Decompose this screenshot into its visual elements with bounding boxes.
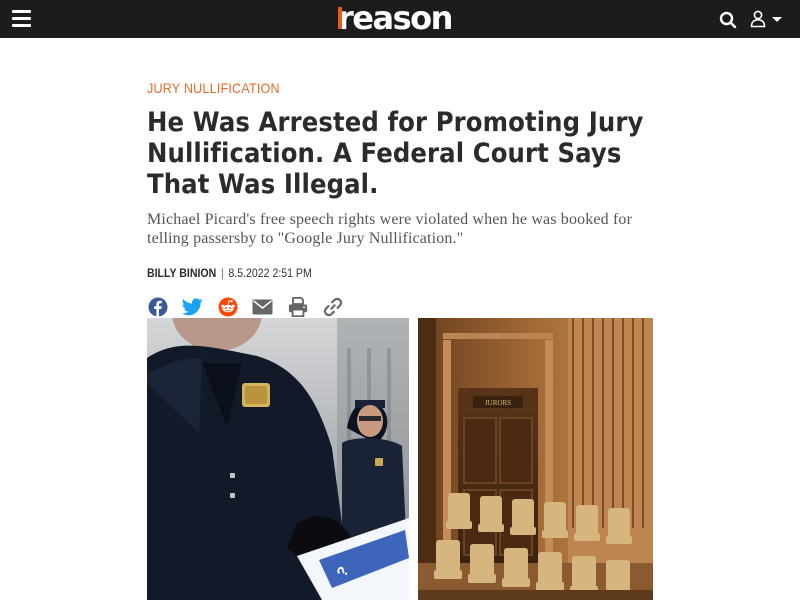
- reddit-icon[interactable]: [217, 297, 238, 318]
- hamburger-menu-icon[interactable]: [12, 10, 31, 28]
- jurors-door-sign: JURORS: [485, 399, 511, 407]
- share-toolbar: [147, 296, 653, 318]
- site-logo[interactable]: reason: [338, 1, 462, 37]
- print-icon[interactable]: [287, 297, 308, 318]
- user-account-button[interactable]: [750, 10, 786, 28]
- hero-photo-police-officers: ?: [147, 318, 409, 600]
- hero-image: ? JURORS: [147, 318, 653, 600]
- article-subheadline: Michael Picard's free speech rights were…: [147, 211, 633, 247]
- author-link[interactable]: Billy Binion: [147, 266, 216, 280]
- facebook-icon[interactable]: [147, 297, 168, 318]
- logo-accent-mark: [338, 7, 342, 29]
- caret-down-icon: [772, 17, 782, 22]
- publish-timestamp: 8.5.2022 2:51 PM: [228, 266, 312, 280]
- article-category-link[interactable]: Jury Nullification: [147, 80, 280, 96]
- email-icon[interactable]: [252, 297, 273, 318]
- twitter-icon[interactable]: [182, 297, 203, 318]
- link-icon[interactable]: [322, 297, 343, 318]
- article-byline: Billy Binion | 8.5.2022 2:51 PM: [147, 266, 312, 280]
- logo-text: reason: [338, 0, 453, 37]
- user-icon: [750, 10, 766, 28]
- article-headline: He Was Arrested for Promoting Jury Nulli…: [147, 107, 644, 200]
- search-icon[interactable]: [719, 11, 737, 29]
- hero-photo-jury-box: JURORS: [418, 318, 653, 600]
- article-header: Jury Nullification He Was Arrested for P…: [147, 78, 653, 318]
- byline-separator: |: [220, 266, 224, 280]
- top-navigation-bar: reason: [0, 0, 800, 38]
